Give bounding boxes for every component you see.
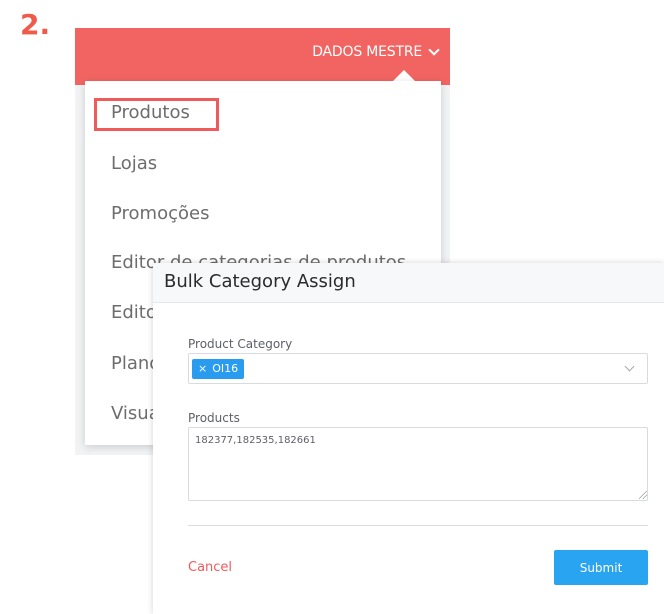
category-tag-label: OI16 — [212, 362, 239, 375]
chevron-down-icon — [428, 43, 440, 56]
dropdown-item-produtos[interactable]: Produtos — [111, 102, 190, 123]
cancel-button[interactable]: Cancel — [188, 560, 232, 575]
resize-handle-icon[interactable] — [639, 491, 647, 499]
products-textarea[interactable]: 182377,182535,182661 — [188, 427, 648, 501]
chevron-down-icon[interactable] — [624, 361, 635, 372]
bulk-category-assign-modal: Bulk Category Assign Product Category × … — [153, 263, 664, 614]
product-category-label: Product Category — [188, 337, 293, 351]
modal-title: Bulk Category Assign — [153, 263, 664, 303]
master-data-menu-label: DADOS MESTRE — [312, 44, 422, 60]
category-tag: × OI16 — [192, 358, 245, 379]
master-data-menu[interactable]: DADOS MESTRE — [312, 41, 440, 63]
dropdown-item-promocoes[interactable]: Promoções — [111, 203, 209, 224]
divider — [188, 525, 648, 526]
products-label: Products — [188, 411, 240, 425]
step-number: 2. — [20, 8, 51, 41]
dropdown-item-lojas[interactable]: Lojas — [111, 153, 157, 174]
dropdown-caret — [393, 70, 415, 81]
product-category-select[interactable]: × OI16 — [188, 353, 648, 384]
submit-button[interactable]: Submit — [554, 550, 648, 585]
close-icon[interactable]: × — [198, 362, 207, 375]
